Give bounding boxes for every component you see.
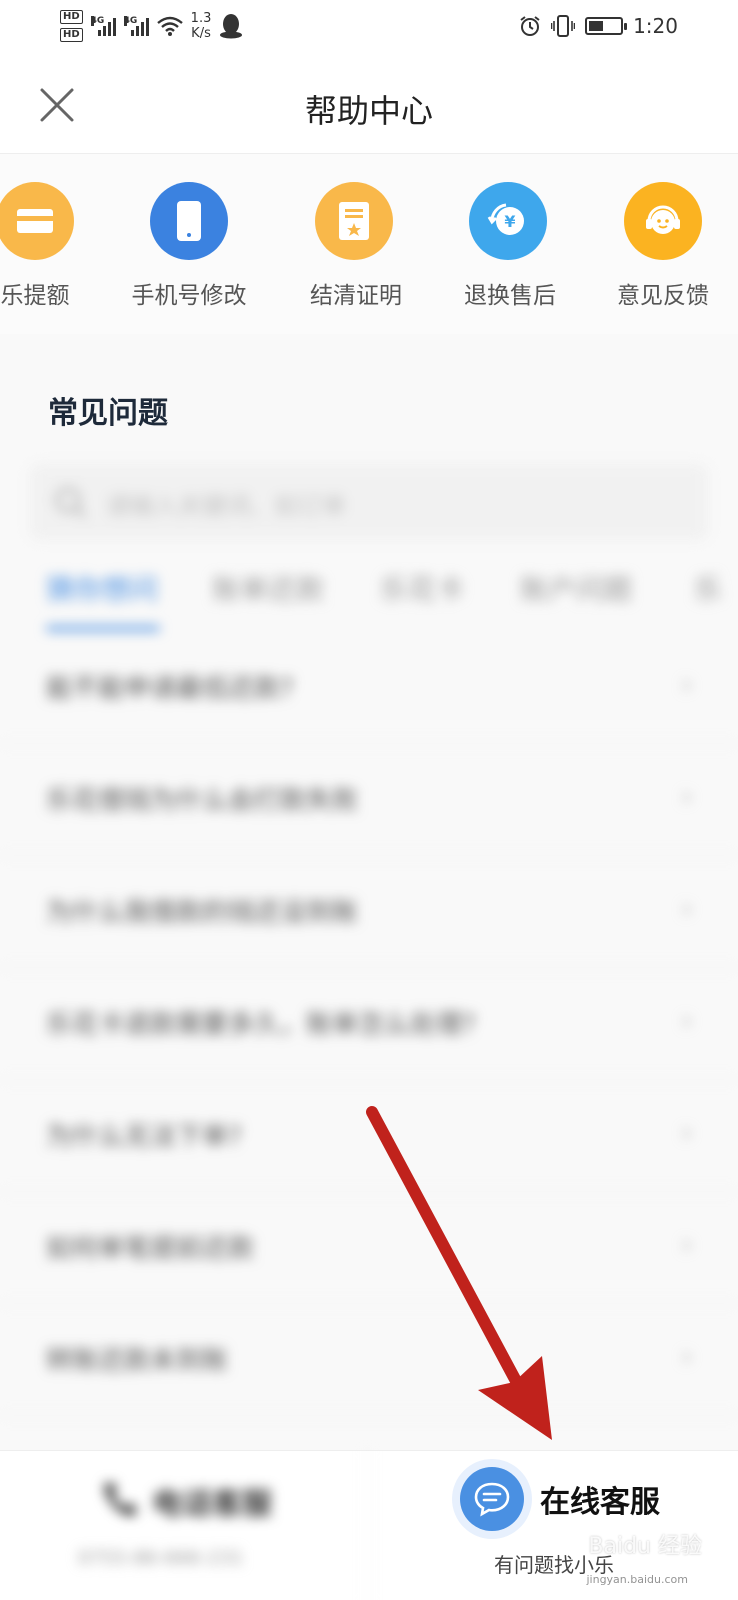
phone-icon <box>150 182 228 260</box>
question-text: 能不能申请最低还款? <box>46 674 294 704</box>
chevron-right-icon: › <box>681 1230 692 1260</box>
wifi-icon <box>156 16 183 36</box>
online-service-label: 在线客服 <box>540 1485 660 1520</box>
net-speed: 1.3 K/s <box>191 11 212 41</box>
status-right: 1:20 <box>519 14 678 38</box>
signal-icon-1: 4G <box>90 16 116 36</box>
certificate-icon <box>315 182 393 260</box>
baidu-watermark-url: jingyan.baidu.com <box>586 1573 688 1586</box>
tab-account[interactable]: 账户问题 <box>520 568 632 608</box>
hd-badge-2: HD <box>60 28 83 42</box>
baidu-watermark: Baidu 经验 <box>588 1534 702 1559</box>
tab-card[interactable]: 乐花卡 <box>380 568 464 608</box>
list-item[interactable]: 能不能申请最低还款? › <box>0 632 738 744</box>
net-speed-unit: K/s <box>191 26 211 41</box>
chevron-right-icon: › <box>681 894 692 924</box>
list-item[interactable]: 为什么无法下单? › <box>0 1080 738 1192</box>
search-icon <box>55 487 87 519</box>
shortcut-label: 退换售后 <box>464 283 556 309</box>
chevron-right-icon: › <box>681 1006 692 1036</box>
shortcut-phone-change[interactable]: 手机号修改 <box>104 154 274 334</box>
vibrate-icon <box>551 15 576 37</box>
tab-guess[interactable]: 猜你想问 <box>46 568 158 608</box>
phone-service-button[interactable]: 电话客服 0755-86-666-231 <box>0 1451 368 1600</box>
network-type-2: 4G <box>123 16 138 26</box>
hd-badge-1: HD <box>60 10 83 24</box>
phone-number: 0755-86-666-231 <box>78 1547 244 1569</box>
headset-icon <box>624 182 702 260</box>
shortcut-credit-limit[interactable]: 乐提额 <box>0 154 120 334</box>
shortcut-refund[interactable]: ¥ 退换售后 <box>425 154 595 334</box>
tab-more[interactable]: 乐 <box>694 568 722 608</box>
tab-billing[interactable]: 账单还款 <box>212 568 324 608</box>
battery-icon <box>585 17 628 35</box>
hd-indicators: HD HD <box>60 10 83 42</box>
qq-penguin-icon <box>220 14 243 39</box>
alarm-icon <box>520 16 540 36</box>
clock: 1:20 <box>633 14 678 38</box>
net-speed-value: 1.3 <box>190 11 212 26</box>
faq-section: 常见问题 请输入关键词、如订单 猜你想问 账单还款 乐花卡 账户问题 乐 能不能… <box>0 334 738 1450</box>
svg-text:¥: ¥ <box>504 212 515 231</box>
status-bar: HD HD 4G 4G 1.3 K/s 1:20 <box>0 0 738 56</box>
faq-heading: 常见问题 <box>48 396 168 431</box>
list-item[interactable]: 乐花卡退款需要多久，账单怎么处理? › <box>0 968 738 1080</box>
shortcut-label: 结清证明 <box>310 283 402 309</box>
shortcut-feedback[interactable]: 意见反馈 <box>578 154 738 334</box>
shortcut-row: 乐提额 手机号修改 结清证明 ¥ 退换售后 意见反馈 <box>0 154 738 334</box>
shortcut-settlement-certificate[interactable]: 结清证明 <box>271 154 441 334</box>
signal-icon-2: 4G <box>123 16 149 36</box>
search-placeholder: 请输入关键词、如订单 <box>106 492 346 520</box>
list-item[interactable]: 如何单笔提前还款 › <box>0 1192 738 1304</box>
battery-fill <box>589 21 603 31</box>
chevron-right-icon: › <box>681 670 692 700</box>
nav-bar: 帮助中心 <box>0 56 738 154</box>
phone-service-label: 电话客服 <box>152 1487 272 1522</box>
status-left: HD HD 4G 4G 1.3 K/s <box>60 10 243 42</box>
page-title: 帮助中心 <box>304 92 433 130</box>
question-text: 为什么无法下单? <box>46 1122 242 1152</box>
network-type-1: 4G <box>90 16 105 26</box>
phone-call-icon <box>104 1483 136 1516</box>
tab-active-indicator <box>46 626 160 631</box>
refund-icon: ¥ <box>469 182 547 260</box>
question-text: 为什么我借款的钱还没到账 <box>46 898 359 928</box>
shortcut-label: 乐提额 <box>0 283 70 309</box>
card-icon <box>0 182 74 260</box>
question-text: 如何单笔提前还款 <box>46 1234 255 1264</box>
chevron-right-icon: › <box>681 782 692 812</box>
list-item[interactable]: 转账还款未到账 › <box>0 1304 738 1416</box>
question-text: 乐花卡退款需要多久，账单怎么处理? <box>46 1010 476 1040</box>
list-item[interactable]: 为什么我借款的钱还没到账 › <box>0 856 738 968</box>
shortcut-label: 手机号修改 <box>131 283 247 309</box>
chat-bubble-icon <box>460 1467 524 1531</box>
chevron-right-icon: › <box>681 1342 692 1372</box>
chevron-right-icon: › <box>681 1118 692 1148</box>
search-input[interactable]: 请输入关键词、如订单 <box>30 464 708 540</box>
question-text: 乐花借钱为什么会打款失败 <box>46 786 359 816</box>
shortcut-label: 意见反馈 <box>617 283 709 309</box>
question-text: 转账还款未到账 <box>46 1346 229 1376</box>
list-item[interactable]: 乐花借钱为什么会打款失败 › <box>0 744 738 856</box>
